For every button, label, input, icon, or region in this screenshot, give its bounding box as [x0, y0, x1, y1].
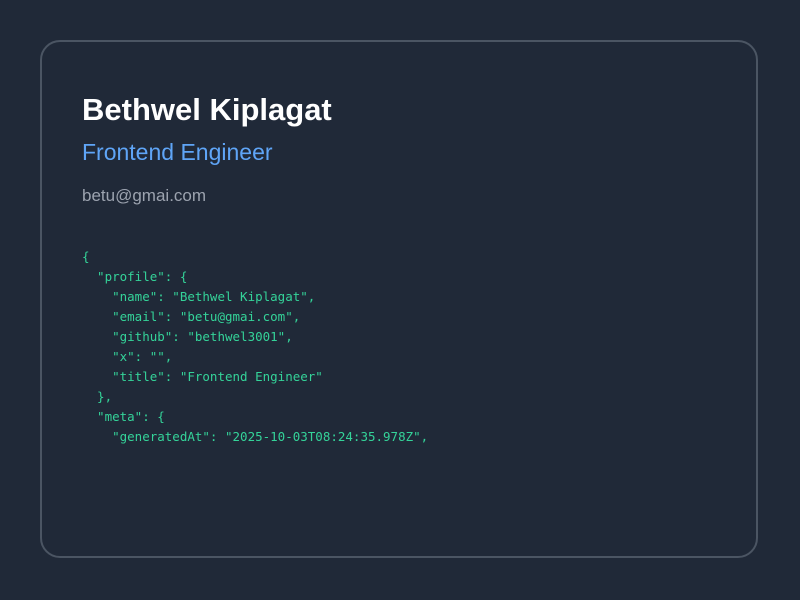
- json-line: "x": "",: [82, 349, 173, 364]
- json-line: {: [82, 249, 90, 264]
- profile-name: Bethwel Kiplagat: [82, 92, 332, 127]
- profile-title: Frontend Engineer: [82, 139, 273, 165]
- json-line: },: [82, 389, 113, 404]
- json-line: "generatedAt": "2025-10-03T08:24:35.978Z…: [82, 429, 429, 444]
- json-line: "github": "bethwel3001",: [82, 329, 293, 344]
- json-preview: { "profile": { "name": "Bethwel Kiplagat…: [82, 247, 428, 447]
- json-line: "email": "betu@gmai.com",: [82, 309, 301, 324]
- profile-email: betu@gmai.com: [82, 186, 207, 205]
- json-line: "title": "Frontend Engineer": [82, 369, 323, 384]
- json-line: "name": "Bethwel Kiplagat",: [82, 289, 316, 304]
- profile-card: Bethwel Kiplagat Frontend Engineer betu@…: [40, 40, 758, 558]
- json-line: "profile": {: [82, 269, 188, 284]
- json-line: "meta": {: [82, 409, 165, 424]
